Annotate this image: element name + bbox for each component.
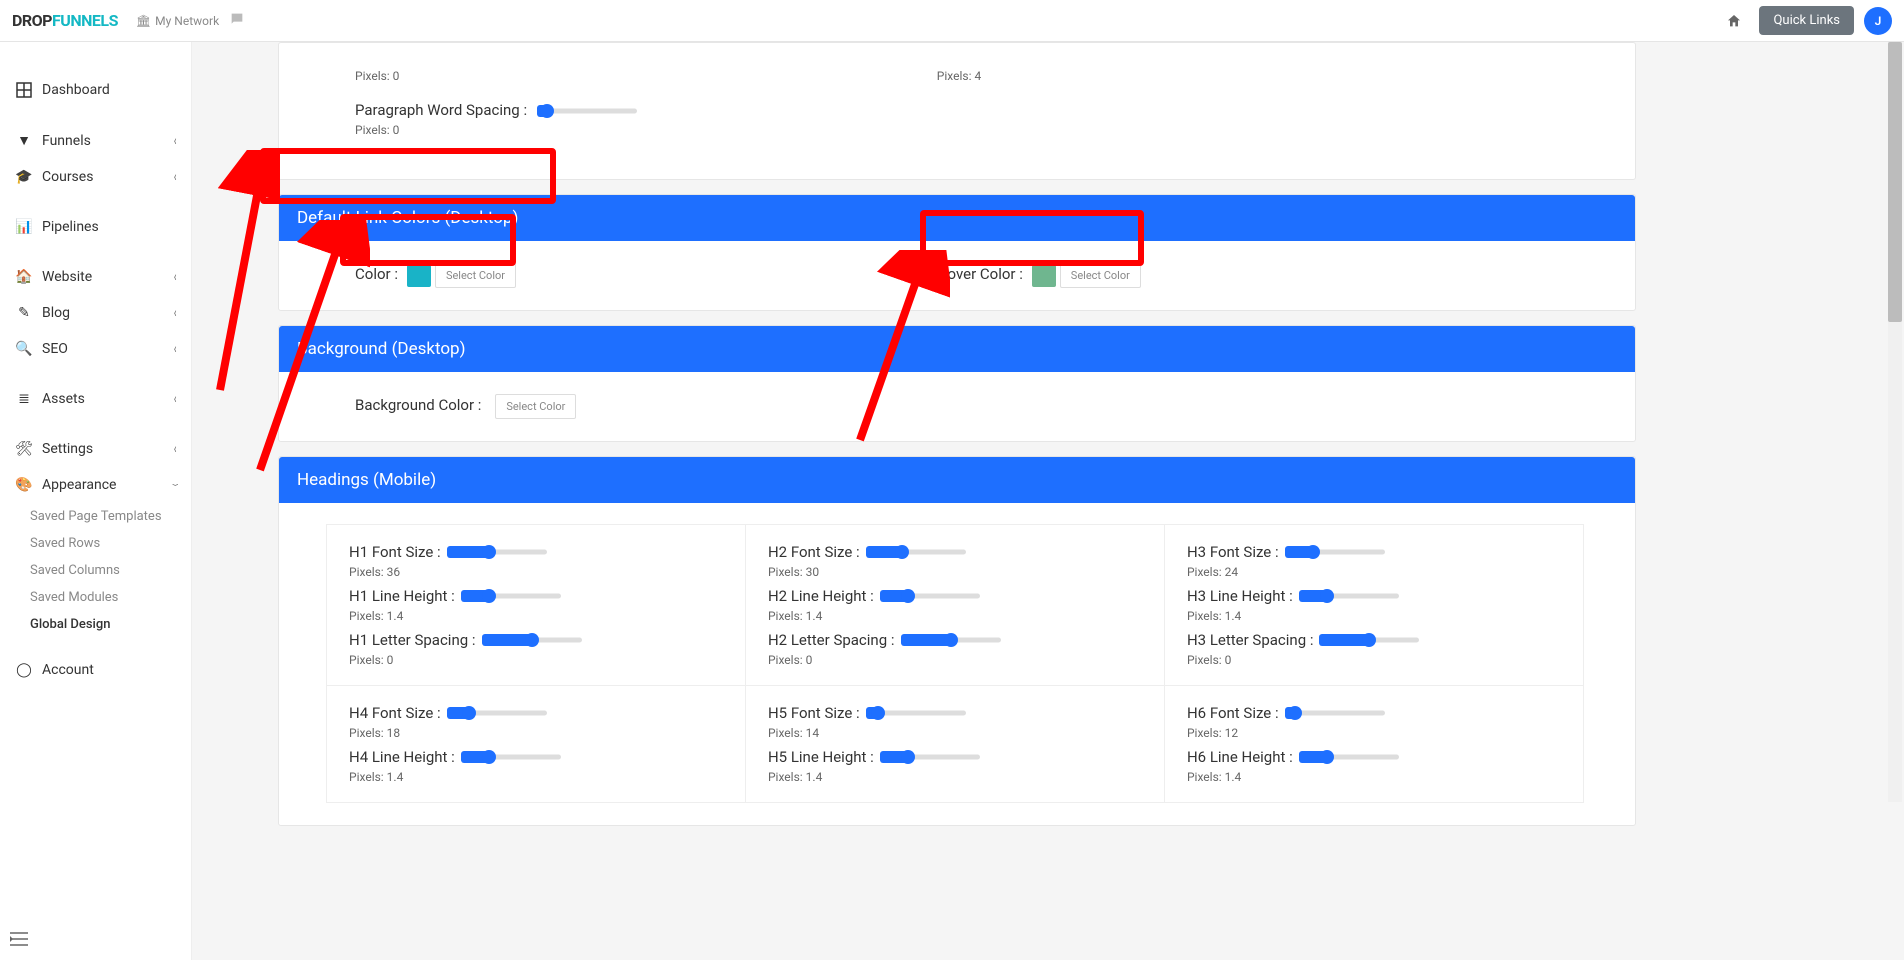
topbar: DROPFUNNELS 🏛 My Network Quick Links J bbox=[0, 0, 1904, 42]
h4-line-slider[interactable] bbox=[461, 751, 561, 763]
my-network-link[interactable]: 🏛 My Network bbox=[136, 14, 219, 28]
color-label: Color : bbox=[355, 265, 398, 283]
assets-icon: ≣ bbox=[14, 391, 34, 407]
nav-website[interactable]: 🏠 Website ‹ bbox=[0, 259, 191, 295]
nav-seo[interactable]: 🔍 SEO ‹ bbox=[0, 331, 191, 367]
h4-cell: H4 Font Size :Pixels: 18 H4 Line Height … bbox=[326, 685, 746, 803]
word-spacing-label: Paragraph Word Spacing : bbox=[355, 101, 527, 119]
chevron-left-icon: ‹ bbox=[174, 305, 177, 321]
scrollbar[interactable] bbox=[1888, 42, 1902, 802]
background-panel: Background (Desktop) Background Color : … bbox=[278, 325, 1636, 442]
seo-icon: 🔍 bbox=[14, 341, 34, 357]
pixels-right: Pixels: 4 bbox=[937, 69, 1479, 83]
funnels-icon: ▼ bbox=[14, 132, 34, 149]
website-icon: 🏠 bbox=[14, 269, 34, 285]
h1-letter-label: H1 Letter Spacing : bbox=[349, 631, 723, 649]
h5-line-slider[interactable] bbox=[880, 751, 980, 763]
dashboard-icon bbox=[14, 82, 34, 98]
h4-font-slider[interactable] bbox=[447, 707, 547, 719]
h1-cell: H1 Font Size :Pixels: 36 H1 Line Height … bbox=[326, 524, 746, 686]
nav-courses[interactable]: 🎓 Courses ‹ bbox=[0, 159, 191, 195]
headings-mobile-header: Headings (Mobile) bbox=[279, 457, 1635, 503]
sub-modules[interactable]: Saved Modules bbox=[30, 584, 191, 611]
h6-line-slider[interactable] bbox=[1299, 751, 1399, 763]
network-label: My Network bbox=[155, 14, 219, 28]
scrollbar-thumb[interactable] bbox=[1888, 42, 1902, 322]
h2-cell: H2 Font Size :Pixels: 30 H2 Line Height … bbox=[745, 524, 1165, 686]
home-button[interactable] bbox=[1719, 6, 1749, 36]
headings-mobile-panel: Headings (Mobile) H1 Font Size :Pixels: … bbox=[278, 456, 1636, 826]
color-swatch[interactable] bbox=[407, 265, 431, 287]
h3-line-slider[interactable] bbox=[1299, 590, 1399, 602]
pipelines-icon: 📊 bbox=[14, 219, 34, 235]
nav-appearance[interactable]: 🎨 Appearance ‹ bbox=[0, 467, 191, 503]
sidebar: Dashboard ▼ Funnels ‹ 🎓 Courses ‹ 📊 Pipe… bbox=[0, 42, 192, 960]
blog-icon: ✎ bbox=[14, 305, 34, 321]
settings-icon: 🛠 bbox=[14, 441, 34, 457]
nav-dashboard[interactable]: Dashboard bbox=[0, 72, 191, 108]
h1-letter-slider[interactable] bbox=[482, 634, 582, 646]
nav-funnels[interactable]: ▼ Funnels ‹ bbox=[0, 122, 191, 159]
chat-icon[interactable] bbox=[229, 11, 245, 31]
link-colors-panel: Default Link Colors (Desktop) Color : Se… bbox=[278, 194, 1636, 311]
network-icon: 🏛 bbox=[136, 14, 151, 28]
select-color-button[interactable]: Select Color bbox=[435, 263, 516, 288]
bg-select-color-button[interactable]: Select Color bbox=[495, 394, 576, 419]
brand-part1: DROP bbox=[12, 11, 52, 30]
h1-line-slider[interactable] bbox=[461, 590, 561, 602]
h2-letter-slider[interactable] bbox=[901, 634, 1001, 646]
chevron-down-icon: ‹ bbox=[167, 484, 183, 487]
pixels-left: Pixels: 0 bbox=[355, 69, 897, 83]
sub-templates[interactable]: Saved Page Templates bbox=[30, 503, 191, 530]
chevron-left-icon: ‹ bbox=[174, 269, 177, 285]
quick-links-button[interactable]: Quick Links bbox=[1759, 6, 1854, 35]
sub-global-design[interactable]: Global Design bbox=[30, 611, 191, 638]
brand-logo[interactable]: DROPFUNNELS bbox=[12, 11, 118, 30]
main-content: Pixels: 0 Pixels: 4 Paragraph Word Spaci… bbox=[192, 42, 1672, 880]
h3-font-slider[interactable] bbox=[1285, 546, 1385, 558]
h2-line-slider[interactable] bbox=[880, 590, 980, 602]
word-spacing-slider[interactable] bbox=[537, 105, 637, 117]
select-hover-color-button[interactable]: Select Color bbox=[1060, 263, 1141, 288]
h6-cell: H6 Font Size :Pixels: 12 H6 Line Height … bbox=[1164, 685, 1584, 803]
chevron-left-icon: ‹ bbox=[174, 169, 177, 185]
chevron-left-icon: ‹ bbox=[174, 341, 177, 357]
hover-color-swatch[interactable] bbox=[1032, 265, 1056, 287]
sidebar-collapse-icon[interactable] bbox=[10, 932, 28, 950]
h1-font-slider[interactable] bbox=[447, 546, 547, 558]
h3-letter-slider[interactable] bbox=[1319, 634, 1419, 646]
nav-account[interactable]: ◯ Account bbox=[0, 652, 191, 688]
bg-color-label: Background Color : bbox=[355, 396, 481, 414]
h1-line-label: H1 Line Height : bbox=[349, 587, 723, 605]
h3-cell: H3 Font Size :Pixels: 24 H3 Line Height … bbox=[1164, 524, 1584, 686]
user-avatar[interactable]: J bbox=[1864, 7, 1892, 35]
h1-font-label: H1 Font Size : bbox=[349, 543, 723, 561]
nav-pipelines[interactable]: 📊 Pipelines bbox=[0, 209, 191, 245]
hover-color-label: Hover Color : bbox=[937, 265, 1023, 283]
nav-assets[interactable]: ≣ Assets ‹ bbox=[0, 381, 191, 417]
nav-blog[interactable]: ✎ Blog ‹ bbox=[0, 295, 191, 331]
paragraph-panel: Pixels: 0 Pixels: 4 Paragraph Word Spaci… bbox=[278, 42, 1636, 180]
brand-part2: FUNNELS bbox=[52, 11, 118, 30]
nav-settings[interactable]: 🛠 Settings ‹ bbox=[0, 431, 191, 467]
sub-columns[interactable]: Saved Columns bbox=[30, 557, 191, 584]
word-spacing-pixels: Pixels: 0 bbox=[355, 123, 1559, 137]
h6-font-slider[interactable] bbox=[1285, 707, 1385, 719]
appearance-icon: 🎨 bbox=[14, 477, 34, 493]
appearance-submenu: Saved Page Templates Saved Rows Saved Co… bbox=[0, 503, 191, 638]
h2-font-slider[interactable] bbox=[866, 546, 966, 558]
chevron-left-icon: ‹ bbox=[174, 133, 177, 149]
sub-rows[interactable]: Saved Rows bbox=[30, 530, 191, 557]
courses-icon: 🎓 bbox=[14, 169, 34, 185]
account-icon: ◯ bbox=[14, 662, 34, 678]
chevron-left-icon: ‹ bbox=[174, 391, 177, 407]
h5-cell: H5 Font Size :Pixels: 14 H5 Line Height … bbox=[745, 685, 1165, 803]
chevron-left-icon: ‹ bbox=[174, 441, 177, 457]
link-colors-header: Default Link Colors (Desktop) bbox=[279, 195, 1635, 241]
h5-font-slider[interactable] bbox=[866, 707, 966, 719]
background-header: Background (Desktop) bbox=[279, 326, 1635, 372]
